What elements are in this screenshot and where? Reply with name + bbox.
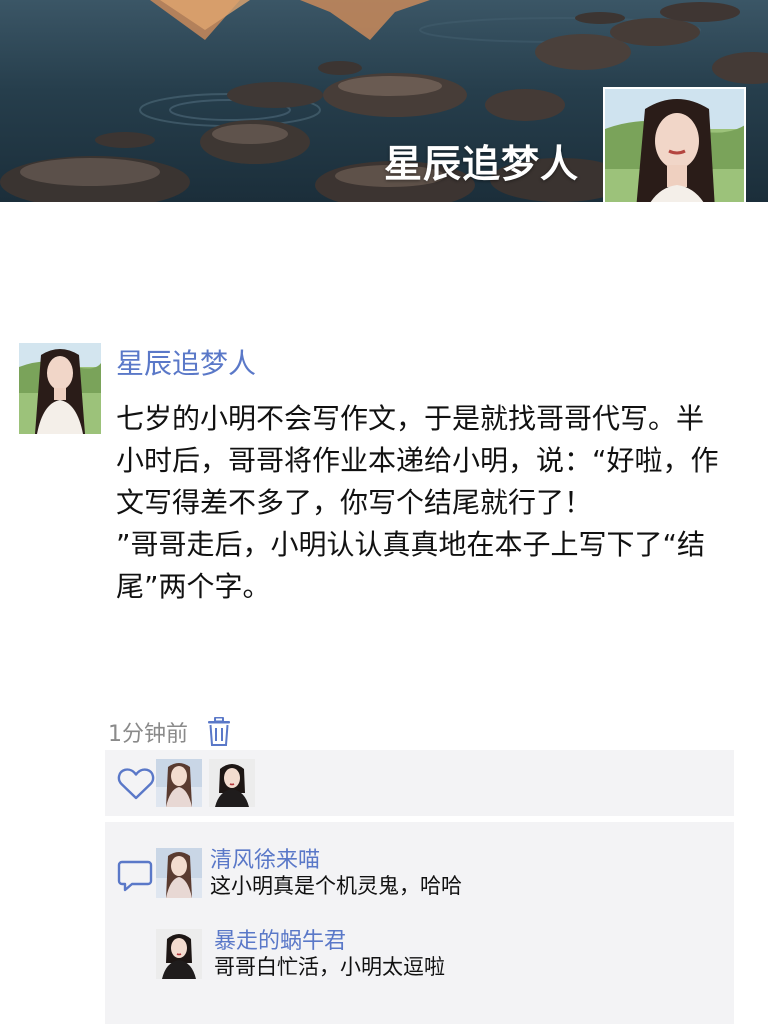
- avatar-portrait-image: [19, 343, 101, 434]
- liker-avatar-1[interactable]: [156, 759, 202, 807]
- post-author-name[interactable]: 星辰追梦人: [116, 342, 256, 382]
- cover-avatar[interactable]: [603, 87, 746, 202]
- trash-icon: [208, 717, 230, 746]
- cover-banner[interactable]: 星辰追梦人: [0, 0, 768, 202]
- comment-text: 哥哥白忙活，小明太逗啦: [214, 955, 445, 979]
- post-time: 1分钟前: [108, 722, 188, 747]
- like-button[interactable]: [115, 763, 157, 805]
- comment-button[interactable]: [111, 852, 159, 900]
- heart-icon: [117, 768, 155, 800]
- commenter-avatar[interactable]: [156, 848, 202, 898]
- post-meta: 1分钟前: [108, 715, 232, 749]
- liker-avatar-2[interactable]: [209, 759, 255, 807]
- commenter-avatar[interactable]: [156, 929, 202, 979]
- comment-icon: [117, 860, 153, 892]
- comment-text: 这小明真是个机灵鬼，哈哈: [210, 874, 462, 898]
- delete-button[interactable]: [206, 716, 232, 748]
- comments-panel: 清风徐来喵 这小明真是个机灵鬼，哈哈 暴走的蜗牛君 哥哥白忙活，小明太逗啦: [105, 822, 734, 1024]
- likes-panel: [105, 750, 734, 816]
- avatar-portrait-image: [605, 89, 744, 202]
- post-content: 七岁的小明不会写作文，于是就找哥哥代写。半小时后，哥哥将作业本递给小明，说：“好…: [116, 402, 719, 603]
- cover-title: 星辰追梦人: [384, 142, 580, 186]
- post-author-avatar[interactable]: [19, 343, 101, 434]
